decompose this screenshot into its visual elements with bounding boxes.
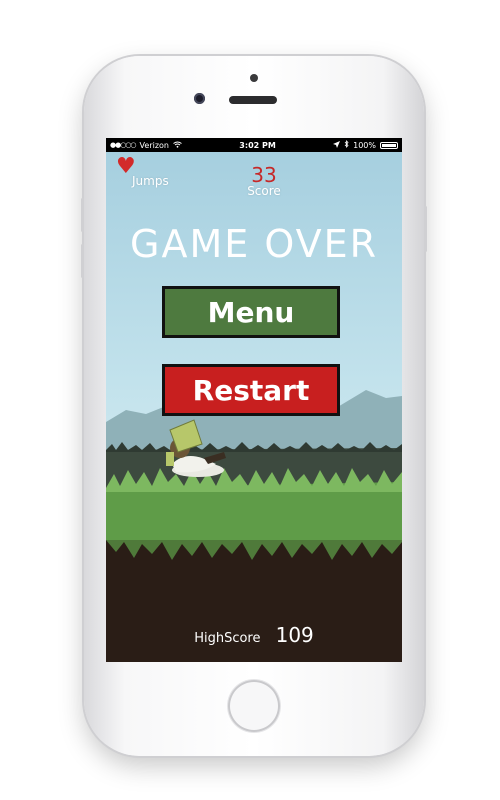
wifi-icon <box>173 141 182 150</box>
home-button[interactable] <box>228 680 280 732</box>
jumps-counter: ♥ Jumps <box>110 156 169 189</box>
phone-screen: ●●○○○ Verizon 3:02 PM 100% ♥ Jumps 33 Sc… <box>106 138 402 662</box>
bluetooth-icon <box>344 140 349 150</box>
earpiece-speaker <box>229 96 277 104</box>
location-arrow-icon <box>333 140 341 150</box>
status-bar: ●●○○○ Verizon 3:02 PM 100% <box>106 138 402 152</box>
menu-button[interactable]: Menu <box>162 286 340 338</box>
score-display: 33 Score <box>234 164 294 198</box>
highscore-value: 109 <box>275 623 314 647</box>
highscore-display: HighScore 109 <box>106 623 402 647</box>
game-scene[interactable]: ♥ Jumps 33 Score GAME OVER Menu Restart … <box>106 152 402 662</box>
highscore-label: HighScore <box>194 631 261 646</box>
jumps-label: Jumps <box>132 174 169 188</box>
battery-label: 100% <box>353 140 376 150</box>
game-over-title: GAME OVER <box>130 222 378 266</box>
battery-icon <box>379 141 398 149</box>
front-camera-icon <box>194 93 205 104</box>
restart-button[interactable]: Restart <box>162 364 340 416</box>
carrier-label: Verizon <box>139 140 169 150</box>
score-label: Score <box>247 184 281 198</box>
score-value: 33 <box>251 163 277 187</box>
signal-dots-icon: ●●○○○ <box>110 141 137 149</box>
volume-up-button <box>81 198 84 232</box>
status-time: 3:02 PM <box>239 140 276 150</box>
power-button <box>424 206 427 252</box>
proximity-sensor <box>250 74 258 82</box>
volume-down-button <box>81 244 84 278</box>
